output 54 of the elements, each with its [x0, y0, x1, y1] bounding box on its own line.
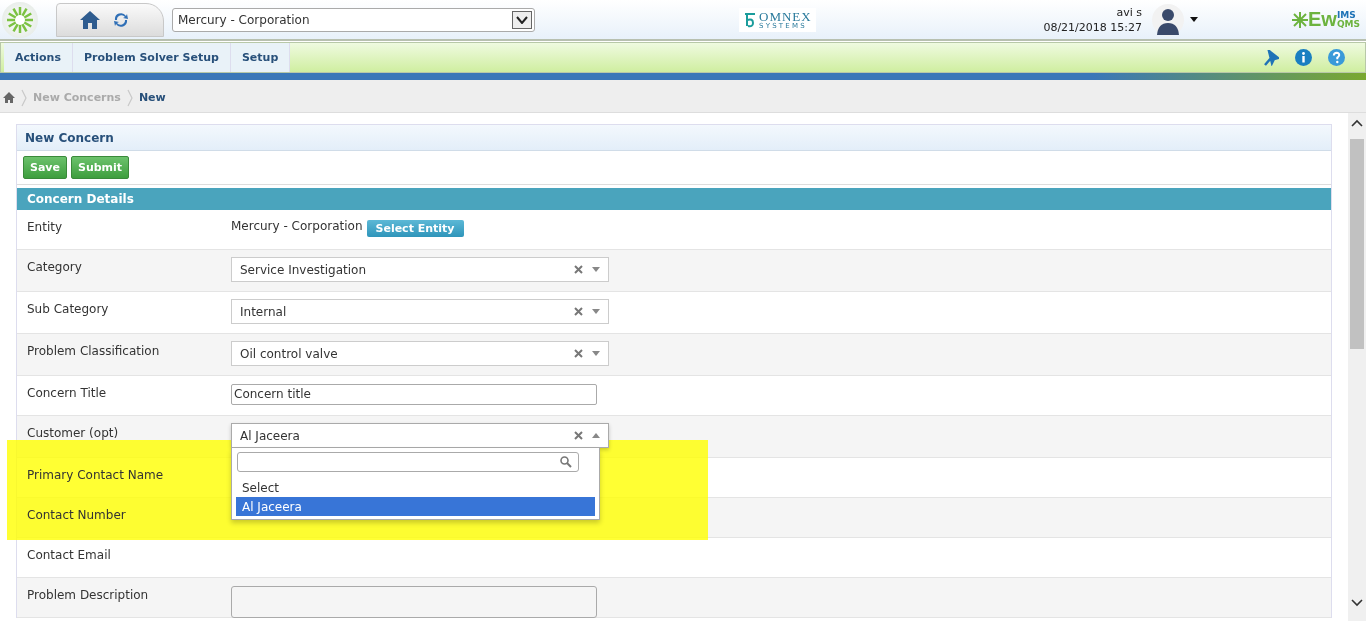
pin-icon[interactable] [1263, 49, 1279, 66]
clear-icon[interactable] [574, 307, 583, 316]
caret-icon[interactable] [1190, 17, 1198, 22]
dropdown-option[interactable]: Al Jaceera [236, 497, 595, 516]
chevron-icon [126, 88, 133, 107]
sunburst-icon [1292, 11, 1308, 28]
scroll-down-icon[interactable] [1351, 599, 1363, 607]
home-icon[interactable] [3, 92, 15, 103]
field-value: Mercury - Corporation [231, 219, 363, 233]
product-subscript: QMS [1336, 19, 1360, 29]
menu-item[interactable]: Setup [230, 43, 291, 72]
textarea-field[interactable] [231, 586, 597, 618]
scroll-thumb[interactable] [1350, 139, 1364, 349]
product-name: Ew [1308, 8, 1337, 31]
refresh-icon[interactable] [113, 11, 129, 28]
scroll-up-icon[interactable] [1351, 119, 1363, 127]
brand-name: OMNEX [759, 9, 812, 23]
user-avatar-icon[interactable] [1152, 3, 1184, 36]
clear-icon[interactable] [574, 349, 583, 358]
product-superscript: IMS [1336, 10, 1357, 20]
select-field[interactable]: Internal [231, 299, 609, 324]
user-name: avi s [1116, 4, 1142, 20]
field-label: Problem Description [26, 587, 150, 604]
text-input[interactable]: Concern title [231, 384, 597, 405]
field-label: Problem Classification [26, 343, 161, 360]
chevron-icon [21, 88, 27, 107]
field-label: Customer (opt) [26, 425, 120, 442]
scrollbar[interactable] [1348, 113, 1366, 621]
entity-select[interactable]: Mercury - Corporation [172, 7, 535, 32]
field-label: Primary Contact Name [26, 467, 165, 484]
search-field[interactable] [237, 452, 579, 472]
select-field[interactable]: Service Investigation [231, 257, 609, 282]
clear-icon[interactable] [574, 265, 583, 274]
field-label: Entity [26, 219, 64, 236]
date-time: 08/21/2018 15:27 [1043, 19, 1142, 35]
menu-item[interactable]: Actions [4, 43, 73, 72]
search-icon [560, 456, 572, 468]
field-label: Contact Email [26, 547, 112, 564]
sunburst-logo-icon [2, 1, 38, 38]
field-label: Contact Number [26, 507, 127, 524]
select-field[interactable]: Oil control valve [231, 341, 609, 366]
section-title: Concern Details [27, 192, 134, 206]
dropdown-option[interactable]: Select [236, 478, 595, 497]
help-icon[interactable] [1328, 49, 1345, 66]
field-label: Concern Title [26, 385, 108, 402]
breadcrumb-link[interactable]: New [138, 91, 166, 104]
info-icon[interactable] [1295, 49, 1312, 66]
menu-item[interactable]: Problem Solver Setup [73, 43, 231, 72]
omnex-logo-icon [743, 11, 757, 28]
field-label: Category [26, 259, 83, 276]
home-icon[interactable] [79, 9, 101, 30]
field-label: Sub Category [26, 301, 110, 318]
clear-icon[interactable] [574, 431, 583, 440]
panel-title: New Concern [25, 130, 114, 145]
